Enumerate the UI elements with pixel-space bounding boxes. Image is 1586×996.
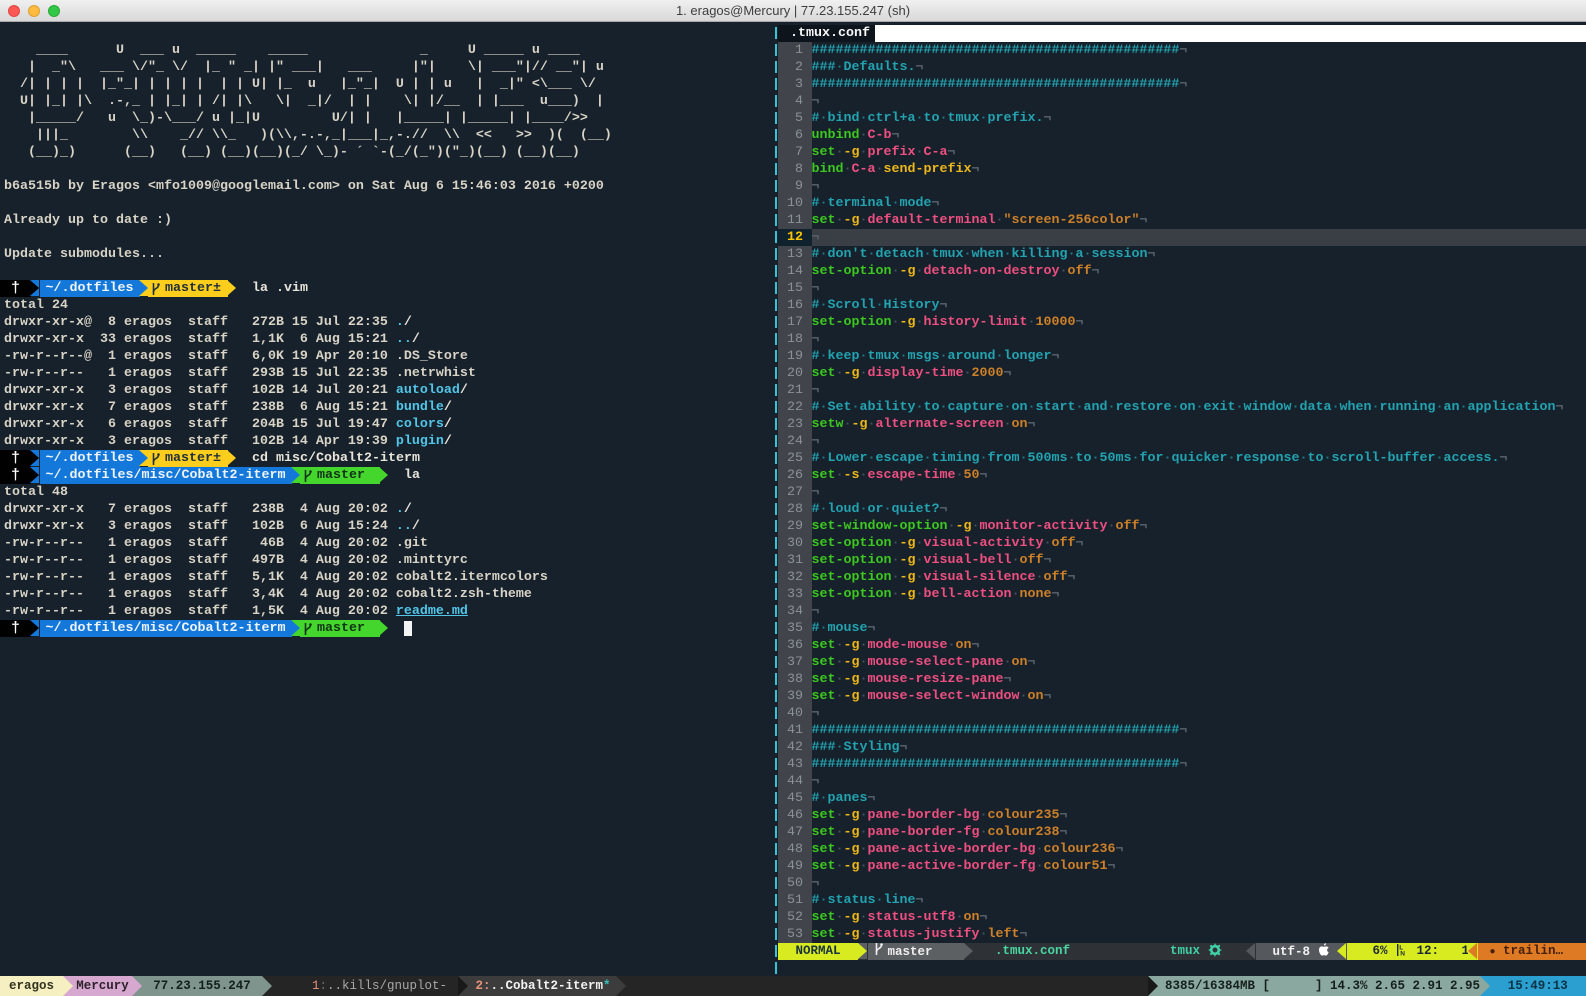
svg-text:N: N (1400, 951, 1405, 957)
